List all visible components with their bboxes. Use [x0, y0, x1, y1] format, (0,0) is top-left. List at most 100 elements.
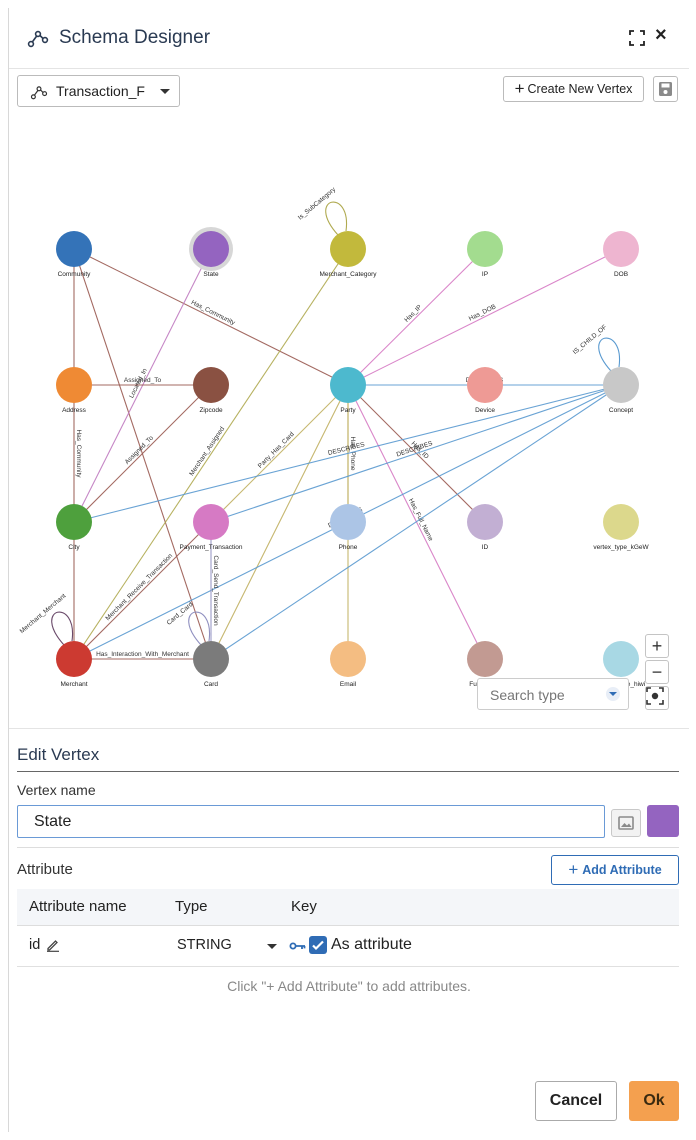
edge-label: DESCRIBES	[327, 441, 366, 457]
create-new-vertex-button[interactable]: + Create New Vertex	[503, 76, 644, 102]
vertex-address[interactable]	[56, 367, 92, 403]
edge-label: Merchant_Assigned	[188, 425, 226, 477]
vertex-phone[interactable]	[330, 504, 366, 540]
image-icon	[618, 816, 634, 830]
search-type-select[interactable]	[477, 678, 629, 710]
panel-header: Schema Designer ×	[9, 8, 689, 69]
edit-pencil-icon[interactable]	[46, 938, 60, 952]
vertex-label: Zipcode	[199, 407, 223, 414]
self-loop-concept[interactable]	[598, 337, 621, 372]
self-loop-merchant[interactable]	[51, 611, 74, 646]
attribute-table-header: Attribute name Type Key	[17, 889, 679, 926]
vertex-label: Merchant	[60, 681, 87, 688]
add-attribute-hint: Click "+ Add Attribute" to add attribute…	[227, 978, 471, 994]
header-type: Type	[175, 898, 208, 915]
create-new-vertex-label: Create New Vertex	[527, 82, 633, 96]
edge-label: Assigned_To	[124, 377, 162, 384]
edge-ip-party[interactable]	[347, 248, 486, 386]
vertex-label: Device	[475, 407, 495, 414]
edge-concept-card[interactable]	[210, 384, 622, 660]
vertex-dob[interactable]	[603, 231, 639, 267]
vertex-vertex_type_hiw[interactable]	[603, 641, 639, 677]
close-icon[interactable]: ×	[655, 24, 667, 47]
vertex-concept[interactable]	[603, 367, 639, 403]
vertex-label: vertex_type_kGeW	[593, 544, 649, 551]
self-loop-label: IS_CHILD_OF	[572, 324, 609, 356]
header-attribute-name: Attribute name	[29, 898, 127, 915]
fit-view-button[interactable]	[645, 686, 669, 710]
schema-graph-icon	[27, 30, 49, 48]
vertex-payment_transaction[interactable]	[193, 504, 229, 540]
vertex-email[interactable]	[330, 641, 366, 677]
vertex-state[interactable]	[193, 231, 229, 267]
vertex-full_name[interactable]	[467, 641, 503, 677]
self-loop-label: Is_SubCategory	[297, 186, 338, 222]
schema-designer-panel: Schema Designer × Transaction_F + Create…	[8, 8, 689, 1133]
plus-icon: +	[514, 79, 525, 98]
edit-vertex-section: Edit Vertex Vertex name Attribute + Add …	[9, 728, 689, 1133]
edge-zipcode-city[interactable]	[73, 384, 212, 523]
zoom-out-button[interactable]: −	[645, 660, 669, 684]
vertex-label: DOB	[614, 271, 628, 278]
vertex-label: ID	[482, 544, 489, 551]
as-attribute-label: As attribute	[331, 936, 412, 953]
check-icon	[312, 940, 324, 951]
ok-button[interactable]: Ok	[629, 1081, 679, 1121]
vertex-party[interactable]	[330, 367, 366, 403]
attribute-type-select[interactable]: STRING	[177, 937, 232, 953]
vertex-city[interactable]	[56, 504, 92, 540]
caret-down-icon[interactable]	[267, 944, 277, 949]
vertex-merchant[interactable]	[56, 641, 92, 677]
vertex-label: Card	[204, 681, 218, 688]
edge-label: Has_Community	[190, 299, 237, 327]
edge-label: Has_Community	[75, 429, 82, 478]
schema-graph-icon	[30, 86, 48, 100]
self-loop-label: Merchant_Merchant	[19, 592, 68, 635]
self-loop-merchant_category[interactable]	[325, 201, 348, 236]
self-loop-label: Card_Card	[166, 601, 195, 627]
edge-payment_transaction-merchant[interactable]	[73, 521, 212, 660]
caret-down-icon[interactable]	[606, 687, 620, 701]
edge-label: Has_Full_Name	[407, 498, 434, 543]
search-type-input[interactable]	[488, 683, 602, 707]
self-loop-card[interactable]	[188, 611, 211, 646]
zoom-in-button[interactable]: +	[645, 634, 669, 658]
fullscreen-icon[interactable]	[629, 30, 645, 46]
vertex-vertex_type_kgew[interactable]	[603, 504, 639, 540]
as-attribute-checkbox[interactable]	[309, 936, 327, 954]
edge-label: Merchant_Receive_Transaction	[104, 552, 174, 622]
vertex-card[interactable]	[193, 641, 229, 677]
vertex-icon-button[interactable]	[611, 809, 641, 837]
vertex-id_v[interactable]	[467, 504, 503, 540]
vertex-name-input[interactable]	[17, 805, 605, 838]
vertex-label: Merchant_Category	[319, 271, 377, 278]
vertex-label: Payment_Transaction	[180, 544, 243, 551]
vertex-ip[interactable]	[467, 231, 503, 267]
vertex-label: City	[68, 544, 80, 551]
vertex-label: Email	[340, 681, 357, 688]
cancel-button[interactable]: Cancel	[535, 1081, 617, 1121]
vertex-merchant_category[interactable]	[330, 231, 366, 267]
edge-label: Party_Has_Card	[257, 431, 296, 470]
vertex-color-picker[interactable]	[647, 805, 679, 837]
vertex-label: Phone	[339, 544, 358, 551]
add-attribute-button[interactable]: + Add Attribute	[551, 855, 679, 885]
schema-graph[interactable]: Has_CommunityLocated_InMerchant_Assigned…	[9, 108, 689, 728]
vertex-label: Party	[340, 407, 356, 414]
graph-select-dropdown[interactable]: Transaction_F	[17, 75, 180, 107]
save-button[interactable]	[653, 76, 678, 102]
section-divider	[17, 771, 679, 772]
vertex-community[interactable]	[56, 231, 92, 267]
vertex-zipcode[interactable]	[193, 367, 229, 403]
edit-vertex-title: Edit Vertex	[17, 745, 100, 764]
schema-graph-canvas[interactable]: Has_Community Located_In Merchant_Assigned…	[9, 108, 689, 728]
edge-label: Assigned_To	[124, 434, 156, 466]
edge-dob-party[interactable]	[347, 248, 622, 386]
vertex-device[interactable]	[467, 367, 503, 403]
vertex-name-label: Vertex name	[17, 782, 96, 798]
add-attribute-label: Add Attribute	[582, 863, 662, 877]
save-icon	[659, 82, 672, 96]
graph-name: Transaction_F	[56, 83, 145, 99]
attribute-name-cell: id	[29, 937, 41, 953]
vertex-label: Address	[62, 407, 87, 414]
